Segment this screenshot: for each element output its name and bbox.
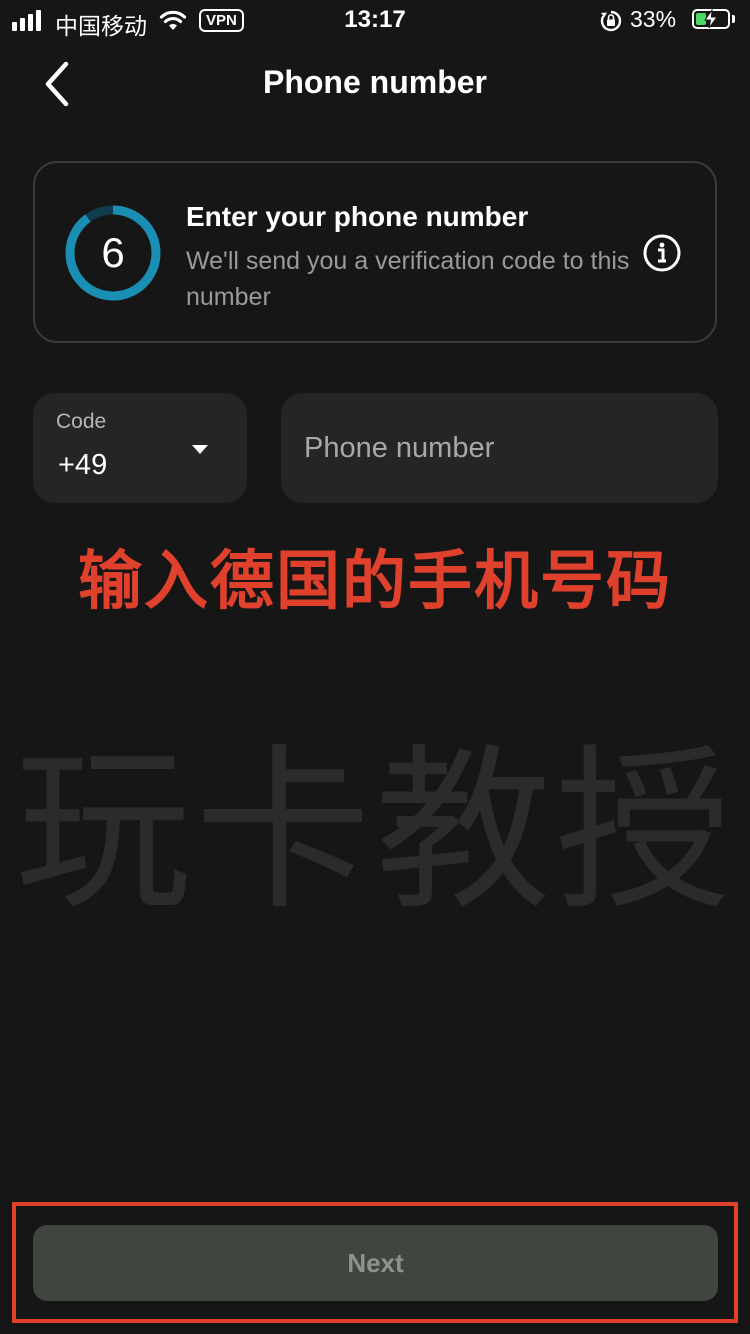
phone-number-input[interactable] <box>281 393 718 503</box>
orientation-lock-icon <box>600 10 622 32</box>
card-subtitle: We'll send you a verification code to th… <box>186 247 630 311</box>
next-button[interactable]: Next <box>33 1225 718 1301</box>
code-value: +49 <box>58 449 108 481</box>
step-number: 6 <box>101 229 125 276</box>
info-icon[interactable] <box>642 233 682 273</box>
card-title: Enter your phone number <box>186 201 529 232</box>
annotation-text: 输入德国的手机号码 <box>78 545 672 619</box>
charging-bolt-icon <box>704 9 718 29</box>
battery-percent: 33% <box>630 6 677 32</box>
status-bar: 中国移动 VPN 13:17 33% <box>0 0 750 40</box>
code-label: Code <box>56 410 107 433</box>
page-title: Phone number <box>262 64 487 100</box>
chevron-down-icon <box>192 445 208 454</box>
country-code-select[interactable]: Code +49 <box>33 393 247 503</box>
phone-number-screen: 中国移动 VPN 13:17 33% Phone number 6 Enter … <box>0 0 750 1334</box>
battery-cap <box>732 15 735 23</box>
info-card: 6 Enter your phone number We'll send you… <box>33 161 717 343</box>
watermark: 玩卡教授 <box>14 729 735 934</box>
